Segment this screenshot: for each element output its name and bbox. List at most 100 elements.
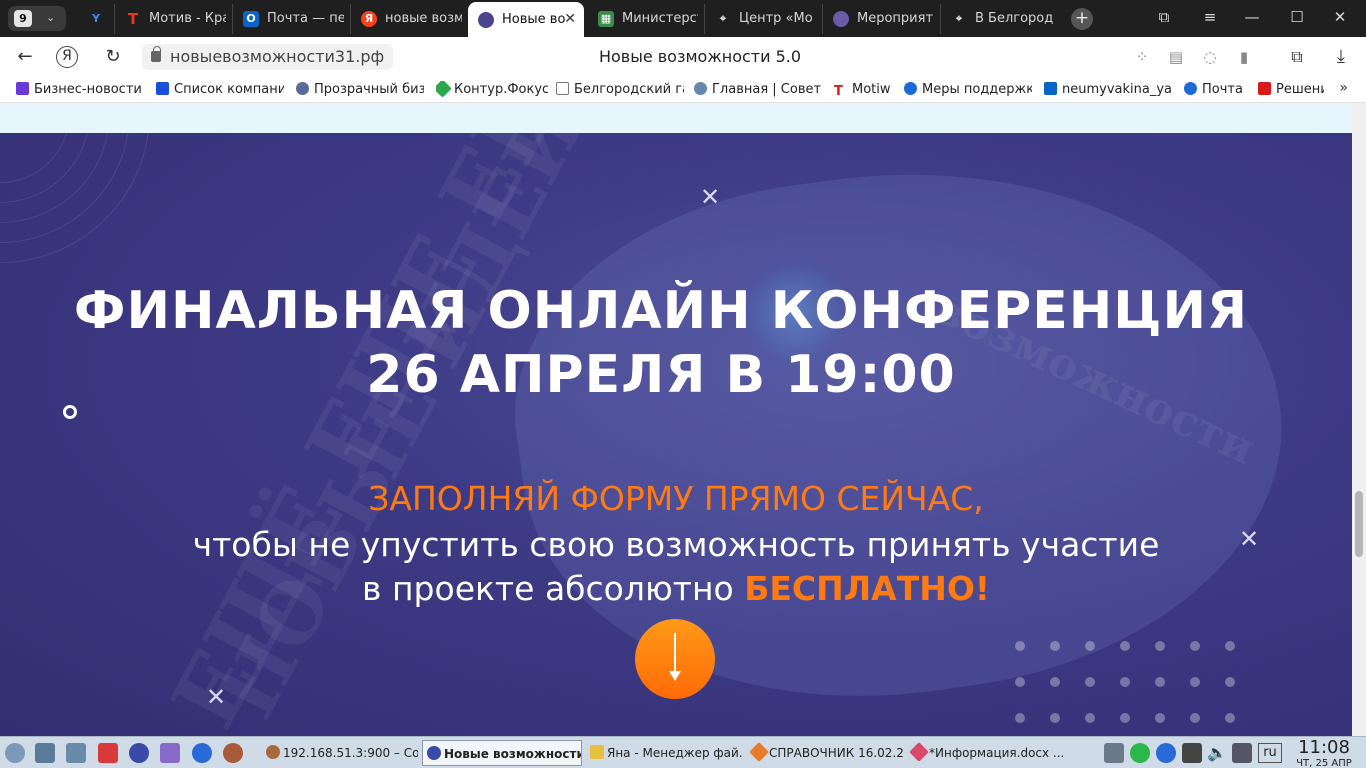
council-icon [694,82,707,95]
maximize-icon[interactable]: ☐ [1285,8,1309,26]
volume-icon[interactable]: 🔈 [1207,743,1227,763]
bookmark-item[interactable]: Список компани [156,81,284,99]
tab-center[interactable]: ⌖ Центр «Мо [704,4,816,34]
close-window-icon[interactable]: ✕ [1328,8,1352,26]
network-icon[interactable] [1232,743,1252,763]
yandex-home-icon[interactable]: Я [56,46,78,68]
yandex-y-icon [156,82,169,95]
bookmark-icon[interactable]: ▮ [1232,45,1256,69]
tab-ministry[interactable]: ▦ Министерст [590,4,698,34]
image-viewer-icon[interactable] [160,743,180,763]
address-field[interactable]: новыевозможности31.рф [142,44,394,70]
window-switch-icon[interactable] [66,743,86,763]
bookmark-item[interactable]: Меры поддержк [904,81,1032,99]
security-tray-icon[interactable] [1156,743,1176,763]
decor-dot [1190,641,1200,651]
decor-dot [1015,641,1025,651]
decor-dot [1085,713,1095,723]
monitor-tray-icon[interactable] [1104,743,1124,763]
taskbar-item[interactable]: СПРАВОЧНИК 16.02.2... [748,740,904,766]
tab-belgorod[interactable]: ⌖ В Белгород [940,4,1056,34]
url-text: новыевозможности31.рф [170,47,385,66]
bookmark-item[interactable]: Бизнес-новости с [16,81,144,99]
start-menu-icon[interactable] [5,743,25,763]
notifications-icon[interactable]: ◌ [1198,45,1222,69]
gosuslugi-icon[interactable] [192,743,212,763]
ministry-icon: ▦ [598,11,614,27]
taskbar-item[interactable]: *Информация.docx ... [908,740,1064,766]
taskbar-item-active[interactable]: Новые возможности ... [422,740,582,766]
tab-count-button[interactable]: 9 ⌄ [8,6,66,31]
scrollbar-thumb[interactable] [1355,491,1363,557]
outlook-icon: O [243,11,259,27]
bookmark-label: Решени [1276,82,1324,97]
decor-dot [1015,677,1025,687]
task-label: Новые возможности ... [444,747,582,761]
printer-tray-icon[interactable] [1182,743,1202,763]
bookmark-label: Меры поддержк [922,82,1032,97]
bookmark-item[interactable]: Решени [1258,81,1324,99]
tab-strip: 9 ⌄ Y T Мотив - Кра O Почта — пе Яновые во… [0,0,1366,37]
menu-icon[interactable]: ≡ [1198,8,1222,26]
bookmark-item[interactable]: Контур.Фокус [436,81,548,99]
page-scrollbar[interactable] [1352,103,1366,736]
decor-dot [1050,677,1060,687]
yandex-browser-icon [427,746,441,760]
app-launcher-icon[interactable] [223,743,243,763]
messenger-tray-icon[interactable] [1130,743,1150,763]
bookmark-label: Бизнес-новости с [34,82,144,97]
motiv-icon: T [834,84,843,99]
collections-icon[interactable]: ⧉ [1285,45,1309,69]
back-icon[interactable]: ← [13,45,37,69]
desktop-icon[interactable] [35,743,55,763]
reload-icon[interactable]: ↻ [101,45,125,69]
tab-yandex-search[interactable]: Яновые возм [350,4,462,34]
taskbar-item[interactable]: 192.168.51.3:900 – Со... [262,740,418,766]
extensions-icon[interactable]: ⁘ [1130,45,1154,69]
reader-mode-icon[interactable]: ▤ [1164,45,1188,69]
download-icon[interactable]: ⤓ [1329,45,1353,69]
yandex-browser-icon[interactable] [129,743,149,763]
bookmark-label: Главная | Совет м [712,82,822,97]
app-grid-icon[interactable] [98,743,118,763]
tab-events[interactable]: Мероприят [822,4,934,34]
decor-dot [1225,677,1235,687]
bookmark-item[interactable]: Почта [1184,81,1252,99]
bookmarks-bar: Бизнес-новости с Список компани Прозрачн… [0,77,1366,103]
chevron-more-icon[interactable]: » [1339,80,1348,96]
close-tab-icon[interactable]: ✕ [564,2,576,37]
page-icon [556,82,569,95]
decor-dot [1155,713,1165,723]
decor-dot [1120,713,1130,723]
new-tab-button[interactable]: + [1071,8,1093,30]
scroll-down-button[interactable] [635,619,715,699]
yandex-icon: Я [361,11,377,27]
bookmark-item[interactable]: neumyvakina_yas [1044,81,1172,99]
location-pin-icon: ⌖ [719,12,727,25]
bookmark-item[interactable]: T Motiw [834,81,894,99]
tab-motiv[interactable]: T Мотив - Кра [114,4,226,34]
page-viewport: ЕЩЁ ЕЩЕ ЕЩЁ НОВЫЕ ИДЕИ возможности ✕ ✕ ✕ [0,103,1352,736]
taskbar-item[interactable]: Яна - Менеджер фай... [586,740,744,766]
clock[interactable]: 11:08 ЧТ, 25 АПР [1288,738,1360,768]
bookmark-item[interactable]: Белгородский га [556,81,684,99]
tab-yandex[interactable]: Y [76,4,112,34]
keyboard-layout[interactable]: ru [1258,743,1282,763]
task-label: 192.168.51.3:900 – Со... [283,746,418,760]
tab-label: Новые во [502,12,566,27]
outlook-icon [1044,82,1057,95]
bookmark-item[interactable]: Прозрачный биз [296,81,424,99]
tab-mail[interactable]: O Почта — пе [232,4,344,34]
decor-dot [1050,641,1060,651]
bookmark-item[interactable]: Главная | Совет м [694,81,822,99]
event-icon [833,11,849,27]
kontur-icon [436,81,452,98]
cta-free-emphasis: БЕСПЛАТНО! [744,569,990,608]
minimize-icon[interactable]: — [1240,8,1264,26]
document-icon [909,742,929,762]
tab-label: Мотив - Кра [149,11,226,26]
bookmark-panel-icon[interactable]: ⧉ [1152,8,1176,26]
tab-novye-vozmozhnosti[interactable]: Новые во ✕ [468,2,584,37]
decor-dot [1190,713,1200,723]
bookmark-label: Список компани [174,82,284,97]
